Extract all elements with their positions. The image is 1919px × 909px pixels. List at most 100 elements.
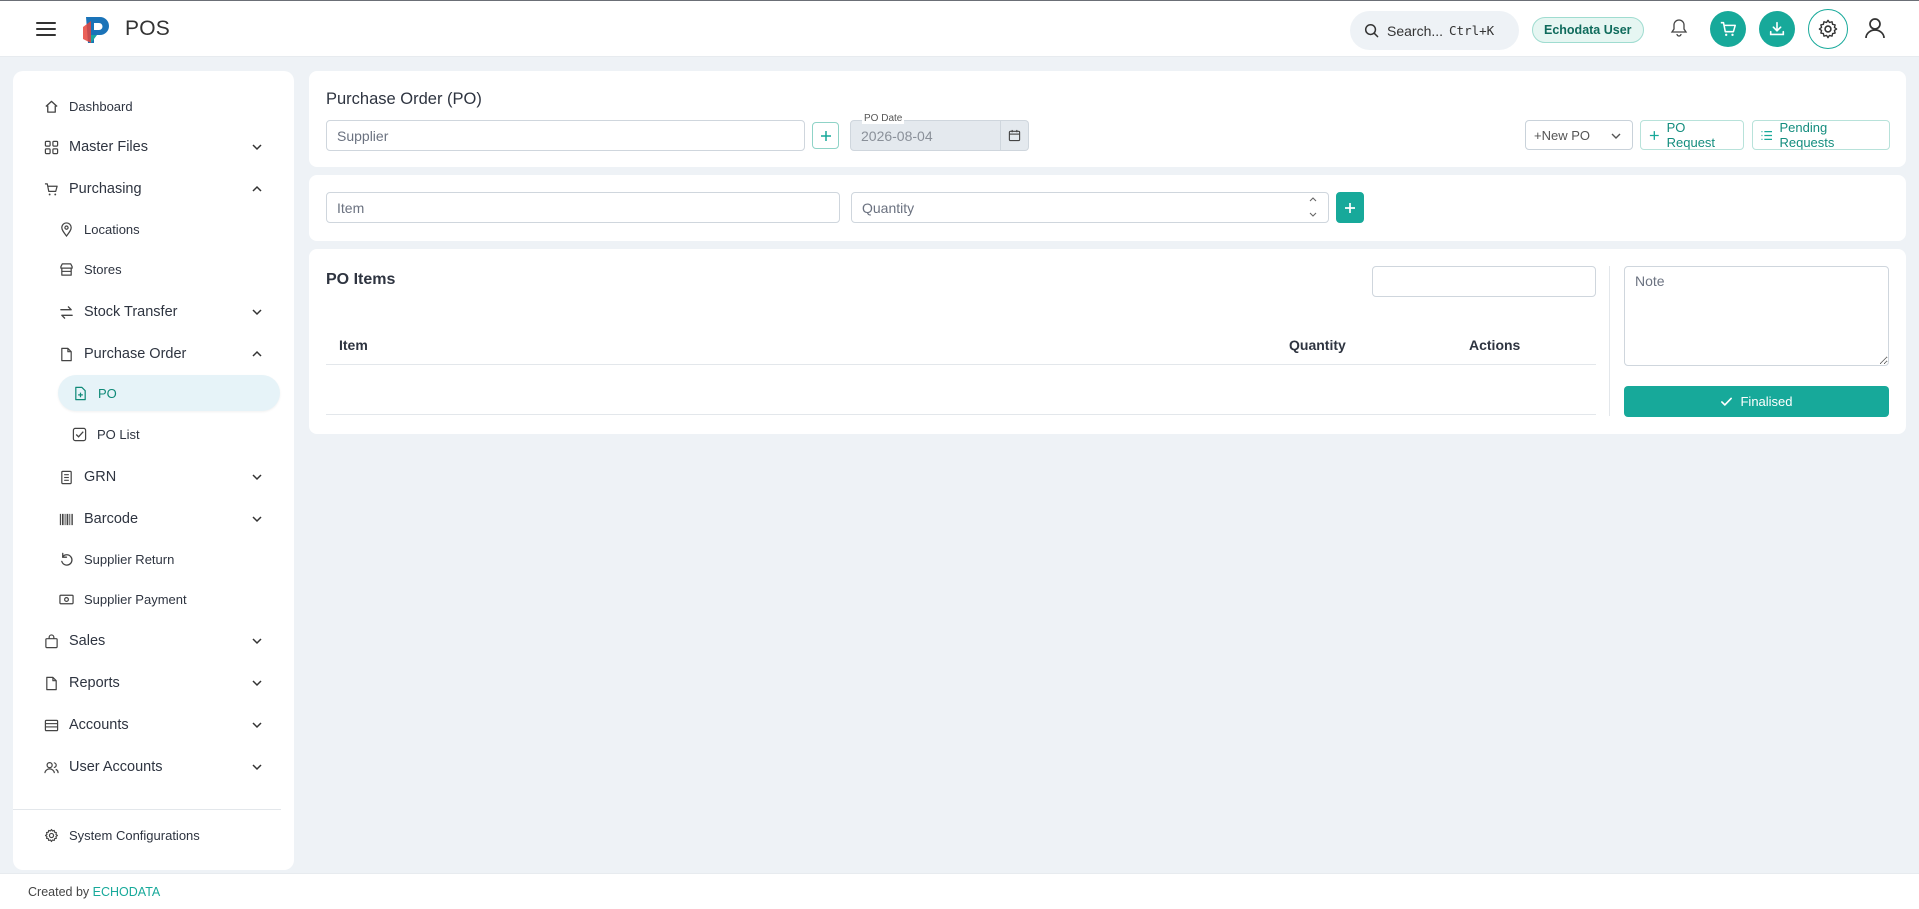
chevron-up-icon: [252, 185, 262, 192]
chevron-down-icon: [252, 474, 262, 481]
sidebar-item-purchasing[interactable]: Purchasing: [13, 172, 294, 206]
page-title: Purchase Order (PO): [326, 90, 482, 108]
sidebar-item-user-accounts[interactable]: User Accounts: [13, 750, 294, 784]
gear-icon: [44, 828, 58, 842]
search-icon: [1364, 23, 1379, 38]
sidebar-item-label: User Accounts: [69, 759, 163, 775]
sidebar-item-label: GRN: [84, 469, 117, 485]
sidebar-item-master-files[interactable]: Master Files: [13, 130, 294, 164]
new-po-dropdown[interactable]: +New PO: [1525, 120, 1633, 150]
sidebar-item-locations[interactable]: Locations: [13, 212, 294, 246]
footer-company-link[interactable]: ECHODATA: [93, 885, 161, 899]
sidebar-item-label: Purchase Order: [84, 346, 187, 362]
po-date-field[interactable]: [850, 120, 1001, 151]
finalise-button[interactable]: Finalised: [1624, 386, 1889, 417]
table-empty-row: [326, 365, 1596, 415]
user-badge[interactable]: Echodata User: [1532, 17, 1644, 43]
sidebar-item-label: Sales: [69, 633, 106, 649]
note-textarea[interactable]: [1624, 266, 1889, 366]
sidebar: Dashboard Master Files Purchasing Locati…: [13, 71, 294, 870]
sidebar-item-label: Supplier Payment: [84, 591, 187, 607]
sidebar-item-label: Reports: [69, 675, 120, 691]
column-header-quantity: Quantity: [1289, 337, 1346, 353]
document-icon: [45, 676, 57, 690]
chevron-down-icon: [252, 764, 262, 771]
sidebar-item-accounts[interactable]: Accounts: [13, 708, 294, 742]
po-request-button[interactable]: PO Request: [1640, 120, 1744, 150]
plus-icon: [1649, 130, 1659, 140]
chevron-up-icon[interactable]: [1307, 195, 1319, 203]
search-bar[interactable]: Search... Ctrl+K: [1350, 11, 1519, 50]
ledger-icon: [44, 719, 58, 731]
sidebar-item-stores[interactable]: Stores: [13, 252, 294, 286]
plus-icon: [820, 130, 831, 141]
item-input[interactable]: [326, 192, 840, 223]
sidebar-item-barcode[interactable]: Barcode: [13, 502, 294, 536]
item-entry-card: [309, 175, 1906, 241]
supplier-input[interactable]: [326, 120, 805, 151]
sidebar-item-label: PO List: [97, 426, 140, 442]
add-item-button[interactable]: [1336, 192, 1364, 223]
gear-icon: [1818, 19, 1838, 39]
undo-icon: [60, 552, 73, 566]
app-brand: POS: [125, 17, 170, 40]
sidebar-item-reports[interactable]: Reports: [13, 666, 294, 700]
footer-created-by: Created by: [28, 885, 90, 899]
sidebar-item-label: System Configurations: [69, 827, 200, 843]
sidebar-item-grn[interactable]: GRN: [13, 460, 294, 494]
sidebar-item-label: Accounts: [69, 717, 129, 733]
calendar-button[interactable]: [1001, 120, 1029, 151]
chevron-down-icon: [1611, 133, 1621, 139]
quantity-stepper[interactable]: [851, 192, 1329, 223]
sidebar-item-system-configurations[interactable]: System Configurations: [13, 818, 294, 852]
checkbox-icon: [72, 427, 86, 441]
settings-button[interactable]: [1808, 9, 1848, 49]
menu-icon[interactable]: [34, 19, 58, 39]
add-supplier-button[interactable]: [812, 122, 839, 149]
sidebar-item-dashboard[interactable]: Dashboard: [13, 89, 294, 123]
sidebar-item-po-list[interactable]: PO List: [13, 417, 294, 451]
table-header: Item Quantity Actions: [326, 329, 1596, 365]
sidebar-item-label: Stores: [84, 261, 122, 277]
sidebar-item-label: Supplier Return: [84, 551, 175, 567]
sidebar-item-label: Master Files: [69, 139, 148, 155]
new-po-label: +New PO: [1534, 127, 1590, 143]
cart-button[interactable]: [1710, 11, 1746, 47]
bell-icon[interactable]: [1668, 17, 1690, 39]
po-items-title: PO Items: [326, 271, 396, 288]
sidebar-item-sales[interactable]: Sales: [13, 624, 294, 658]
sidebar-item-supplier-return[interactable]: Supplier Return: [13, 542, 294, 576]
bag-icon: [44, 633, 58, 648]
sidebar-item-po[interactable]: PO: [13, 376, 294, 410]
transfer-icon: [59, 305, 73, 319]
po-items-card: PO Items Item Quantity Actions Finalised: [309, 249, 1906, 434]
stepper-arrows[interactable]: [1307, 195, 1319, 219]
sidebar-item-stock-transfer[interactable]: Stock Transfer: [13, 295, 294, 329]
search-shortcut: Ctrl+K: [1449, 23, 1495, 38]
quantity-input[interactable]: [851, 192, 1329, 223]
sidebar-item-label: Dashboard: [69, 98, 133, 114]
chevron-down-icon: [252, 309, 262, 316]
sidebar-item-purchase-order[interactable]: Purchase Order: [13, 337, 294, 371]
po-items-search-input[interactable]: [1372, 266, 1596, 297]
download-button[interactable]: [1759, 11, 1795, 47]
store-icon: [59, 262, 73, 276]
chevron-down-icon: [252, 680, 262, 687]
search-label: Search...: [1387, 22, 1444, 39]
cash-icon: [58, 594, 74, 604]
chevron-down-icon[interactable]: [1307, 211, 1319, 219]
chevron-down-icon: [252, 144, 262, 151]
file-plus-icon: [74, 386, 86, 400]
download-icon: [1769, 21, 1785, 36]
file-icon: [60, 347, 72, 361]
chevron-down-icon: [252, 638, 262, 645]
pending-requests-button[interactable]: Pending Requests: [1752, 120, 1890, 150]
panel-divider: [1609, 266, 1610, 416]
cart-icon: [1720, 21, 1736, 37]
calendar-icon: [1008, 129, 1021, 142]
barcode-icon: [59, 513, 73, 525]
user-icon[interactable]: [1862, 15, 1888, 41]
sidebar-item-supplier-payment[interactable]: Supplier Payment: [13, 582, 294, 616]
sidebar-item-label: Purchasing: [69, 181, 142, 197]
sidebar-item-label: Barcode: [84, 511, 139, 527]
